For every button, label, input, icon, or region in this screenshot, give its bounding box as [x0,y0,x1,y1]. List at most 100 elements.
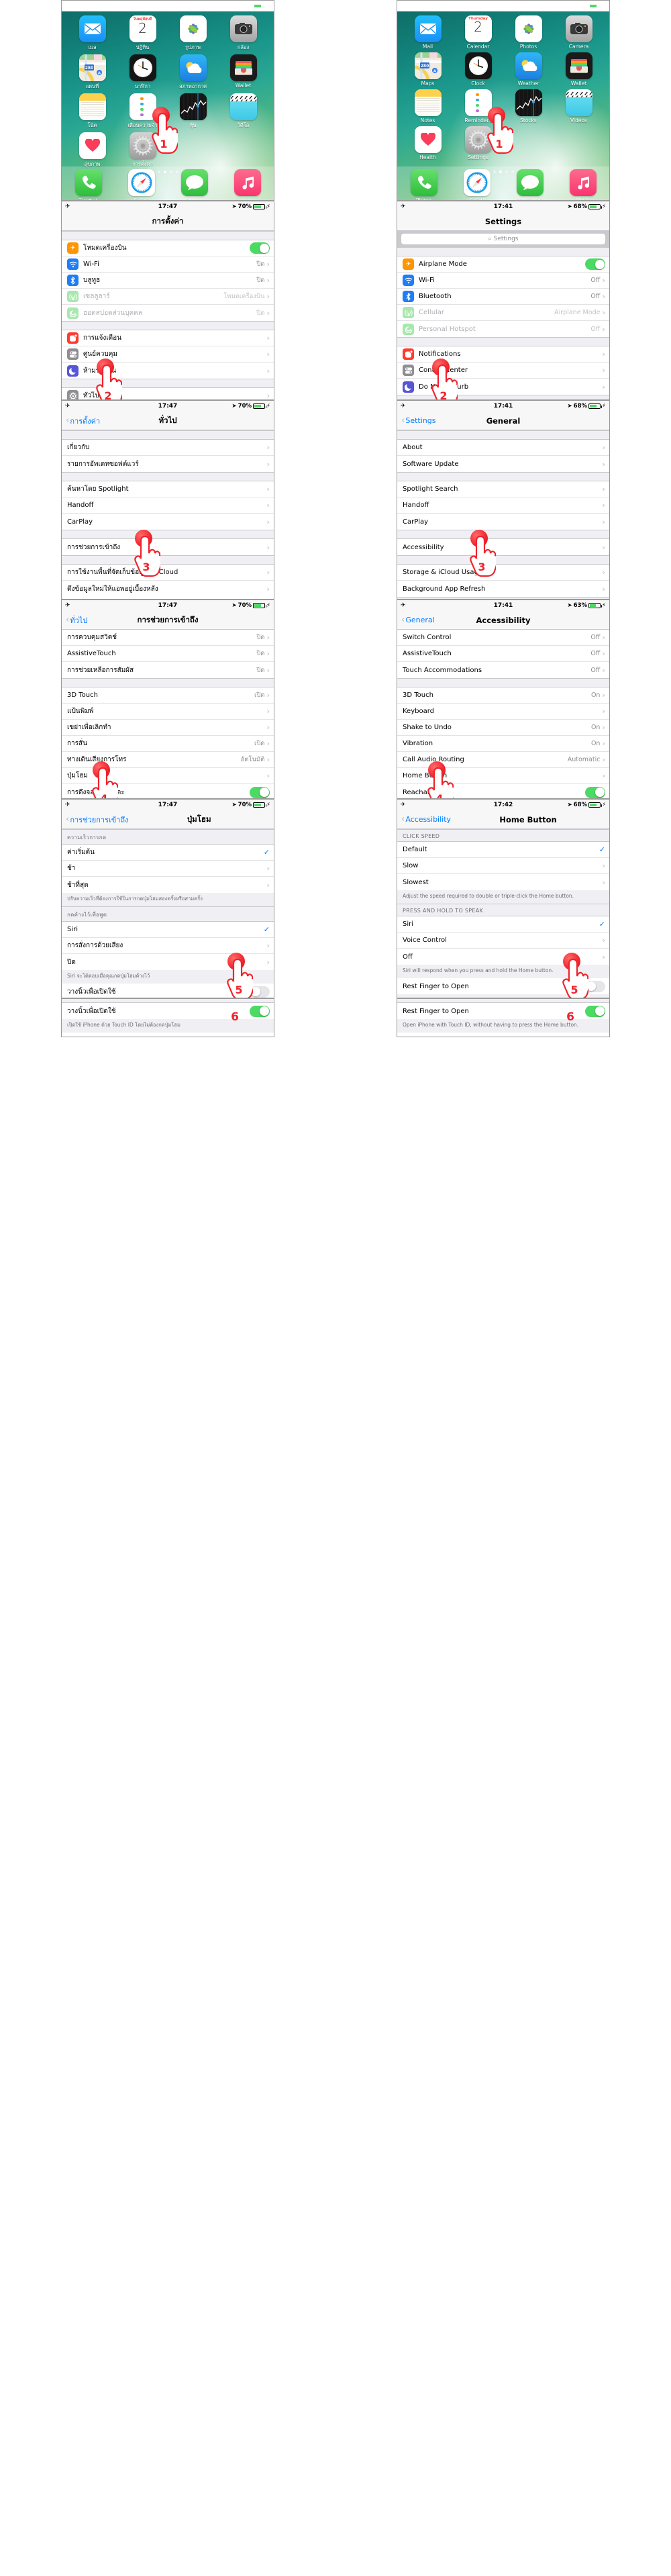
list-item[interactable]: เขย่าเพื่อเลิกทำ › [62,720,274,736]
back-button[interactable]: ‹ การช่วยการเข้าถึง [66,814,128,826]
list-item[interactable]: ดึงข้อมูลใหม่ให้แอพอยู่เบื้องหลัง › [62,581,274,597]
list-item[interactable]: แป้นพิมพ์ › [62,704,274,720]
app-icon-calendar[interactable]: วันพฤหัสบดี 2 ปฏิทิน [119,15,166,52]
toggle-switch[interactable] [250,1005,270,1017]
toggle-switch[interactable] [250,986,270,998]
list-item[interactable]: ค่าเริ่มต้น ✓ [62,845,274,861]
list-item[interactable]: Bluetooth Off › [397,289,609,305]
app-icon-mail[interactable]: Mail [404,15,452,50]
app-icon-reminders[interactable]: Reminders [454,89,502,124]
app-icon-wallet[interactable]: Wallet [219,54,267,91]
toggle-switch[interactable] [585,1005,605,1017]
list-item[interactable]: Handoff › [397,497,609,514]
list-item[interactable]: ทางเดินเสียงการโทร อัตโนมัติ › [62,752,274,768]
list-item[interactable]: Notifications › [397,346,609,363]
list-item[interactable]: การควบคุมสวิตช์ ปิด › [62,630,274,646]
list-item[interactable]: CarPlay › [62,514,274,530]
app-icon-mail[interactable]: เมล [68,15,116,52]
list-item[interactable]: Switch Control Off › [397,630,609,646]
list-item[interactable]: AssistiveTouch ปิด › [62,646,274,662]
app-icon-notes[interactable]: โน้ต [68,93,116,130]
list-item[interactable]: การช่วยการเข้าถึง › [62,539,274,555]
list-item[interactable]: Rest Finger to Open [397,978,609,995]
app-icon-videos[interactable]: วิดีโอ [219,93,267,130]
list-item[interactable]: Background App Refresh › [397,581,609,597]
app-icon-stocks[interactable]: หุ้น [169,93,217,130]
list-item[interactable]: Off › [397,949,609,965]
list-item[interactable]: ปุ่มโฮม › [62,768,274,784]
list-item[interactable]: 3D Touch On › [397,687,609,704]
list-item[interactable]: ช้าที่สุด › [62,877,274,893]
list-item[interactable]: Siri ✓ [62,922,274,939]
list-item[interactable]: Handoff › [62,497,274,514]
list-item[interactable]: ฮอตสปอตส่วนบุคคล ปิด › [62,305,274,321]
app-icon-maps[interactable]: 280 A แผนที่ [68,54,116,91]
list-item[interactable]: Default ✓ [397,842,609,858]
app-icon-calendar[interactable]: Thursday 2 Calendar [454,15,502,50]
list-item[interactable]: Storage & iCloud Usage › [397,565,609,581]
list-item[interactable]: Wi-Fi ปิด › [62,256,274,273]
dock-icon-messages[interactable]: Messages [516,169,544,200]
list-item[interactable]: ✈ โหมดเครื่องบิน [62,240,274,256]
back-button[interactable]: ‹ Settings [401,416,435,425]
list-item[interactable]: การสั่งการด้วยเสียง › [62,938,274,955]
toggle-switch[interactable] [585,786,605,798]
list-item[interactable]: Touch Accommodations Off › [397,662,609,678]
app-icon-photos[interactable]: รูปภาพ [169,15,217,52]
list-item[interactable]: Personal Hotspot Off › [397,321,609,337]
app-icon-stocks[interactable]: Stocks [505,89,552,124]
app-icon-reminders[interactable]: เตือนความจำ [119,93,166,130]
list-item[interactable]: Slow › [397,858,609,874]
list-item[interactable]: ศูนย์ควบคุม › [62,346,274,363]
app-icon-camera[interactable]: Camera [555,15,603,50]
list-item[interactable]: วางนิ้วเพื่อเปิดใช้ [62,1003,274,1019]
list-item[interactable]: การช่วยเหลือการสัมผัส ปิด › [62,662,274,678]
list-item[interactable]: 3D Touch เปิด › [62,687,274,704]
list-item[interactable]: รายการอัพเดทซอฟต์แวร์ › [62,456,274,472]
list-item[interactable]: เกี่ยวกับ › [62,440,274,456]
list-item[interactable]: About › [397,440,609,456]
toggle-switch[interactable] [250,786,270,798]
list-item[interactable]: Do Not Disturb › [397,379,609,395]
list-item[interactable]: Voice Control › [397,933,609,949]
back-button[interactable]: ‹ Accessibility [401,815,451,824]
list-item[interactable]: Siri ✓ [397,916,609,933]
app-icon-settings[interactable]: Settings [454,126,502,160]
list-item[interactable]: Software Update › [397,456,609,472]
list-item[interactable]: ค้นหาโดย Spotlight › [62,481,274,497]
list-item[interactable]: ✈ Airplane Mode [397,256,609,273]
list-item[interactable]: CarPlay › [397,514,609,530]
list-item[interactable]: Shake to Undo On › [397,720,609,736]
list-item[interactable]: AssistiveTouch Off › [397,646,609,662]
app-icon-notes[interactable]: Notes [404,89,452,124]
app-icon-health[interactable]: Health [404,126,452,160]
toggle-switch[interactable] [250,242,270,254]
list-item[interactable]: Wi-Fi Off › [397,273,609,289]
list-item[interactable]: Vibration On › [397,736,609,752]
app-icon-clock[interactable]: นาฬิกา [119,54,166,91]
back-button[interactable]: ‹ การตั้งค่า [66,415,100,427]
back-button[interactable]: ‹ General [401,616,435,624]
list-item[interactable]: การใช้งานพื้นที่จัดเก็บข้อมูล & iCloud › [62,565,274,581]
list-item[interactable]: บลูทูธ ปิด › [62,273,274,289]
dock-icon-safari[interactable]: Safari [127,169,155,200]
list-item[interactable]: การสั่น เปิด › [62,736,274,752]
list-item[interactable]: การแจ้งเตือน › [62,330,274,346]
app-icon-camera[interactable]: กล้อง [219,15,267,52]
list-item[interactable]: การดึงจอลงเพื่อแตะ [62,784,274,798]
dock-icon-music[interactable]: Music [569,169,597,200]
app-icon-weather[interactable]: Weather [505,52,552,87]
list-item[interactable]: ห้ามรบกวน › [62,363,274,379]
list-item[interactable]: Control Center › [397,363,609,379]
app-icon-videos[interactable]: Videos [555,89,603,124]
list-item[interactable]: Rest Finger to Open [397,1003,609,1019]
app-icon-weather[interactable]: สภาพอากาศ [169,54,217,91]
list-item[interactable]: Spotlight Search › [397,481,609,497]
list-item[interactable]: ทั่วไป › [62,388,274,399]
app-icon-maps[interactable]: 280 A Maps [404,52,452,87]
back-button[interactable]: ‹ ทั่วไป [66,614,87,626]
dock-icon-messages[interactable]: ข้อความ [180,169,208,200]
list-item[interactable]: Call Audio Routing Automatic › [397,752,609,768]
list-item[interactable]: Reachability [397,784,609,798]
list-item[interactable]: วางนิ้วเพื่อเปิดใช้ [62,984,274,998]
